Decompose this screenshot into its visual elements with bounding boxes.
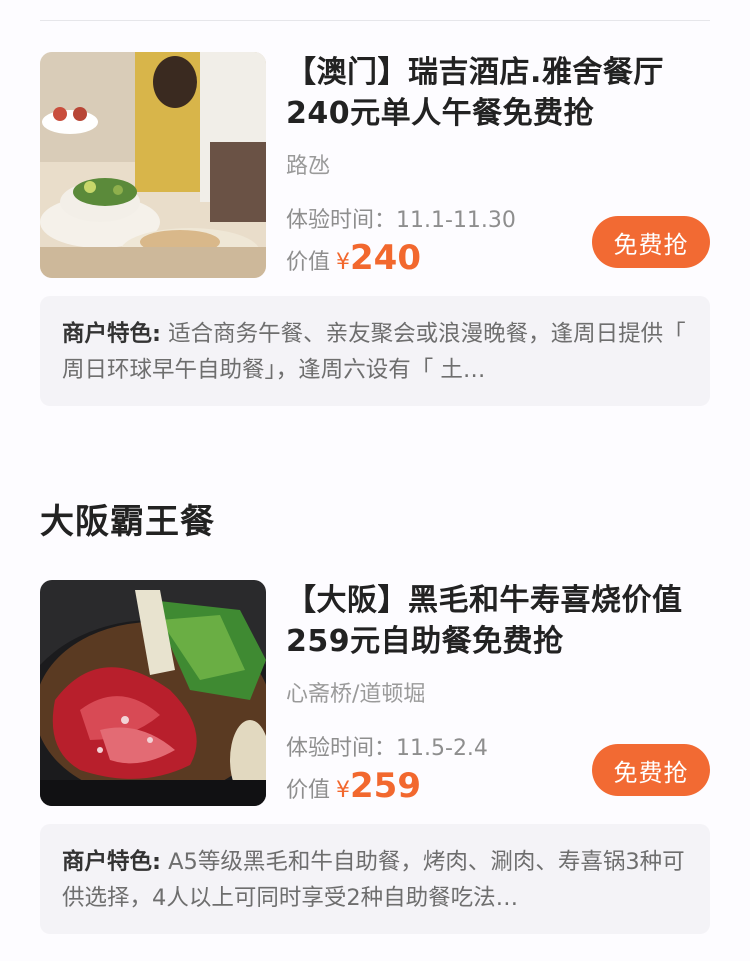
currency-symbol: ¥: [336, 778, 351, 803]
price-value: 259: [350, 766, 421, 806]
deal-title[interactable]: 【大阪】黑毛和牛寿喜烧价值259元自助餐免费抢: [286, 580, 710, 662]
deal-price: 价值 ¥259: [286, 766, 421, 811]
price-label: 价值: [286, 778, 331, 803]
merchant-feature-box: 商户特色: 适合商务午餐、亲友聚会或浪漫晚餐，逢周日提供「 周日环球早午自助餐」…: [40, 296, 710, 406]
deal-price: 价值 ¥240: [286, 238, 421, 283]
time-value: 11.1-11.30: [396, 208, 516, 233]
time-label: 体验时间：: [286, 736, 397, 761]
deal-location: 心斋桥/道顿堀: [286, 682, 426, 707]
feature-label: 商户特色:: [62, 849, 161, 875]
deal-image-sukiyaki[interactable]: [40, 580, 266, 806]
deal-title[interactable]: 【澳门】瑞吉酒店.雅舍餐厅240元单人午餐免费抢: [286, 52, 710, 134]
deal-time: 体验时间：11.1-11.30: [286, 202, 516, 234]
feature-label: 商户特色:: [62, 321, 161, 347]
deal-image-buffet[interactable]: [40, 52, 266, 278]
price-label: 价值: [286, 250, 331, 275]
divider: [40, 20, 710, 21]
deal-card[interactable]: 【澳门】瑞吉酒店.雅舍餐厅240元单人午餐免费抢 路氹 体验时间：11.1-11…: [40, 52, 710, 406]
deal-location: 路氹: [286, 154, 331, 179]
deal-time: 体验时间：11.5-2.4: [286, 730, 488, 762]
section-title: 大阪霸王餐: [40, 502, 215, 542]
time-label: 体验时间：: [286, 208, 397, 233]
free-grab-button[interactable]: 免费抢: [592, 216, 710, 268]
deal-card[interactable]: 【大阪】黑毛和牛寿喜烧价值259元自助餐免费抢 心斋桥/道顿堀 体验时间：11.…: [40, 580, 710, 934]
price-value: 240: [350, 238, 421, 278]
currency-symbol: ¥: [336, 250, 351, 275]
merchant-feature-box: 商户特色: A5等级黑毛和牛自助餐，烤肉、涮肉、寿喜锅3种可供选择，4人以上可同…: [40, 824, 710, 934]
time-value: 11.5-2.4: [396, 736, 488, 761]
free-grab-button[interactable]: 免费抢: [592, 744, 710, 796]
deal-list-page: 【澳门】瑞吉酒店.雅舍餐厅240元单人午餐免费抢 路氹 体验时间：11.1-11…: [0, 0, 750, 961]
